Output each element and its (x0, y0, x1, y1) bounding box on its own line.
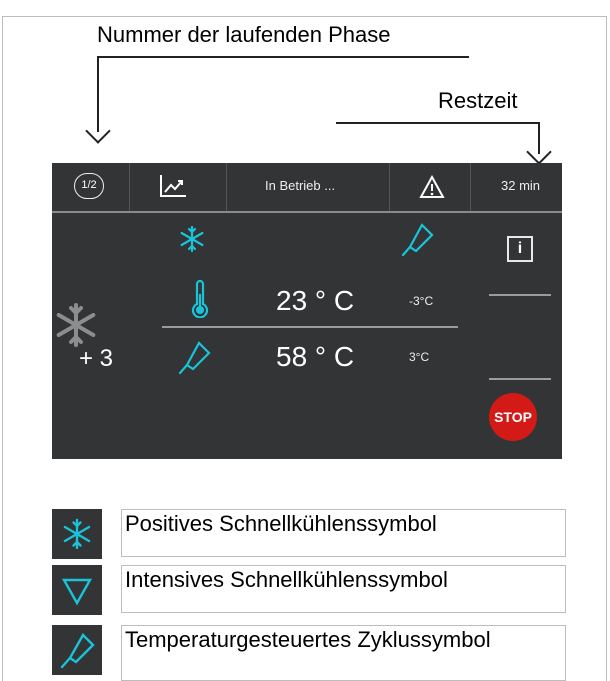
chamber-setpoint: -3°C (409, 294, 434, 308)
chart-icon[interactable] (158, 173, 188, 199)
remaining-annotation: Restzeit (438, 88, 518, 113)
remaining-time: 32 min (501, 178, 541, 193)
legend-icon-box (52, 509, 102, 559)
legend-text: Intensives Schnellkühlenssymbol (121, 565, 566, 613)
triangle-down-icon (61, 578, 93, 606)
info-button[interactable]: i (507, 236, 533, 262)
rest-leader-line-h (336, 122, 540, 124)
topbar-divider (52, 211, 562, 213)
legend-icon-box (52, 625, 102, 675)
blast-chiller-screen: 1/2 In Betrieb ... 32 min i 23 ° C -3°C … (52, 163, 562, 459)
status-text: In Betrieb ... (265, 178, 336, 193)
topbar-separator (226, 163, 227, 211)
chamber-temperature: 23 ° C (276, 285, 355, 316)
phase-badge[interactable]: 1/2 (74, 173, 104, 199)
mode-offset: + 3 (79, 345, 114, 372)
reading-divider (162, 326, 458, 328)
core-probe-icon (178, 341, 211, 375)
core-probe-icon (401, 223, 434, 257)
legend-text: Positives Schnellkühlenssymbol (121, 509, 566, 557)
topbar-separator (129, 163, 130, 211)
core-setpoint: 3°C (409, 350, 430, 364)
side-divider (489, 378, 551, 380)
phase-leader-line-h (97, 56, 469, 58)
legend-text: Temperaturgesteuertes Zyklussymbol (121, 625, 566, 681)
snowflake-icon (180, 225, 204, 253)
side-divider (489, 294, 551, 296)
warning-icon[interactable] (419, 175, 445, 199)
snowflake-icon (63, 518, 91, 550)
topbar-separator (389, 163, 390, 211)
thermometer-icon (191, 280, 209, 318)
stop-button[interactable]: STOP (489, 393, 537, 441)
legend-icon-box (52, 565, 102, 615)
positive-chill-mode-icon (56, 303, 96, 347)
core-temperature: 58 ° C (276, 341, 355, 372)
topbar-separator (470, 163, 471, 211)
phase-annotation: Nummer der laufenden Phase (97, 22, 391, 47)
top-bar: 1/2 In Betrieb ... 32 min (52, 163, 562, 211)
core-probe-icon (60, 633, 95, 669)
